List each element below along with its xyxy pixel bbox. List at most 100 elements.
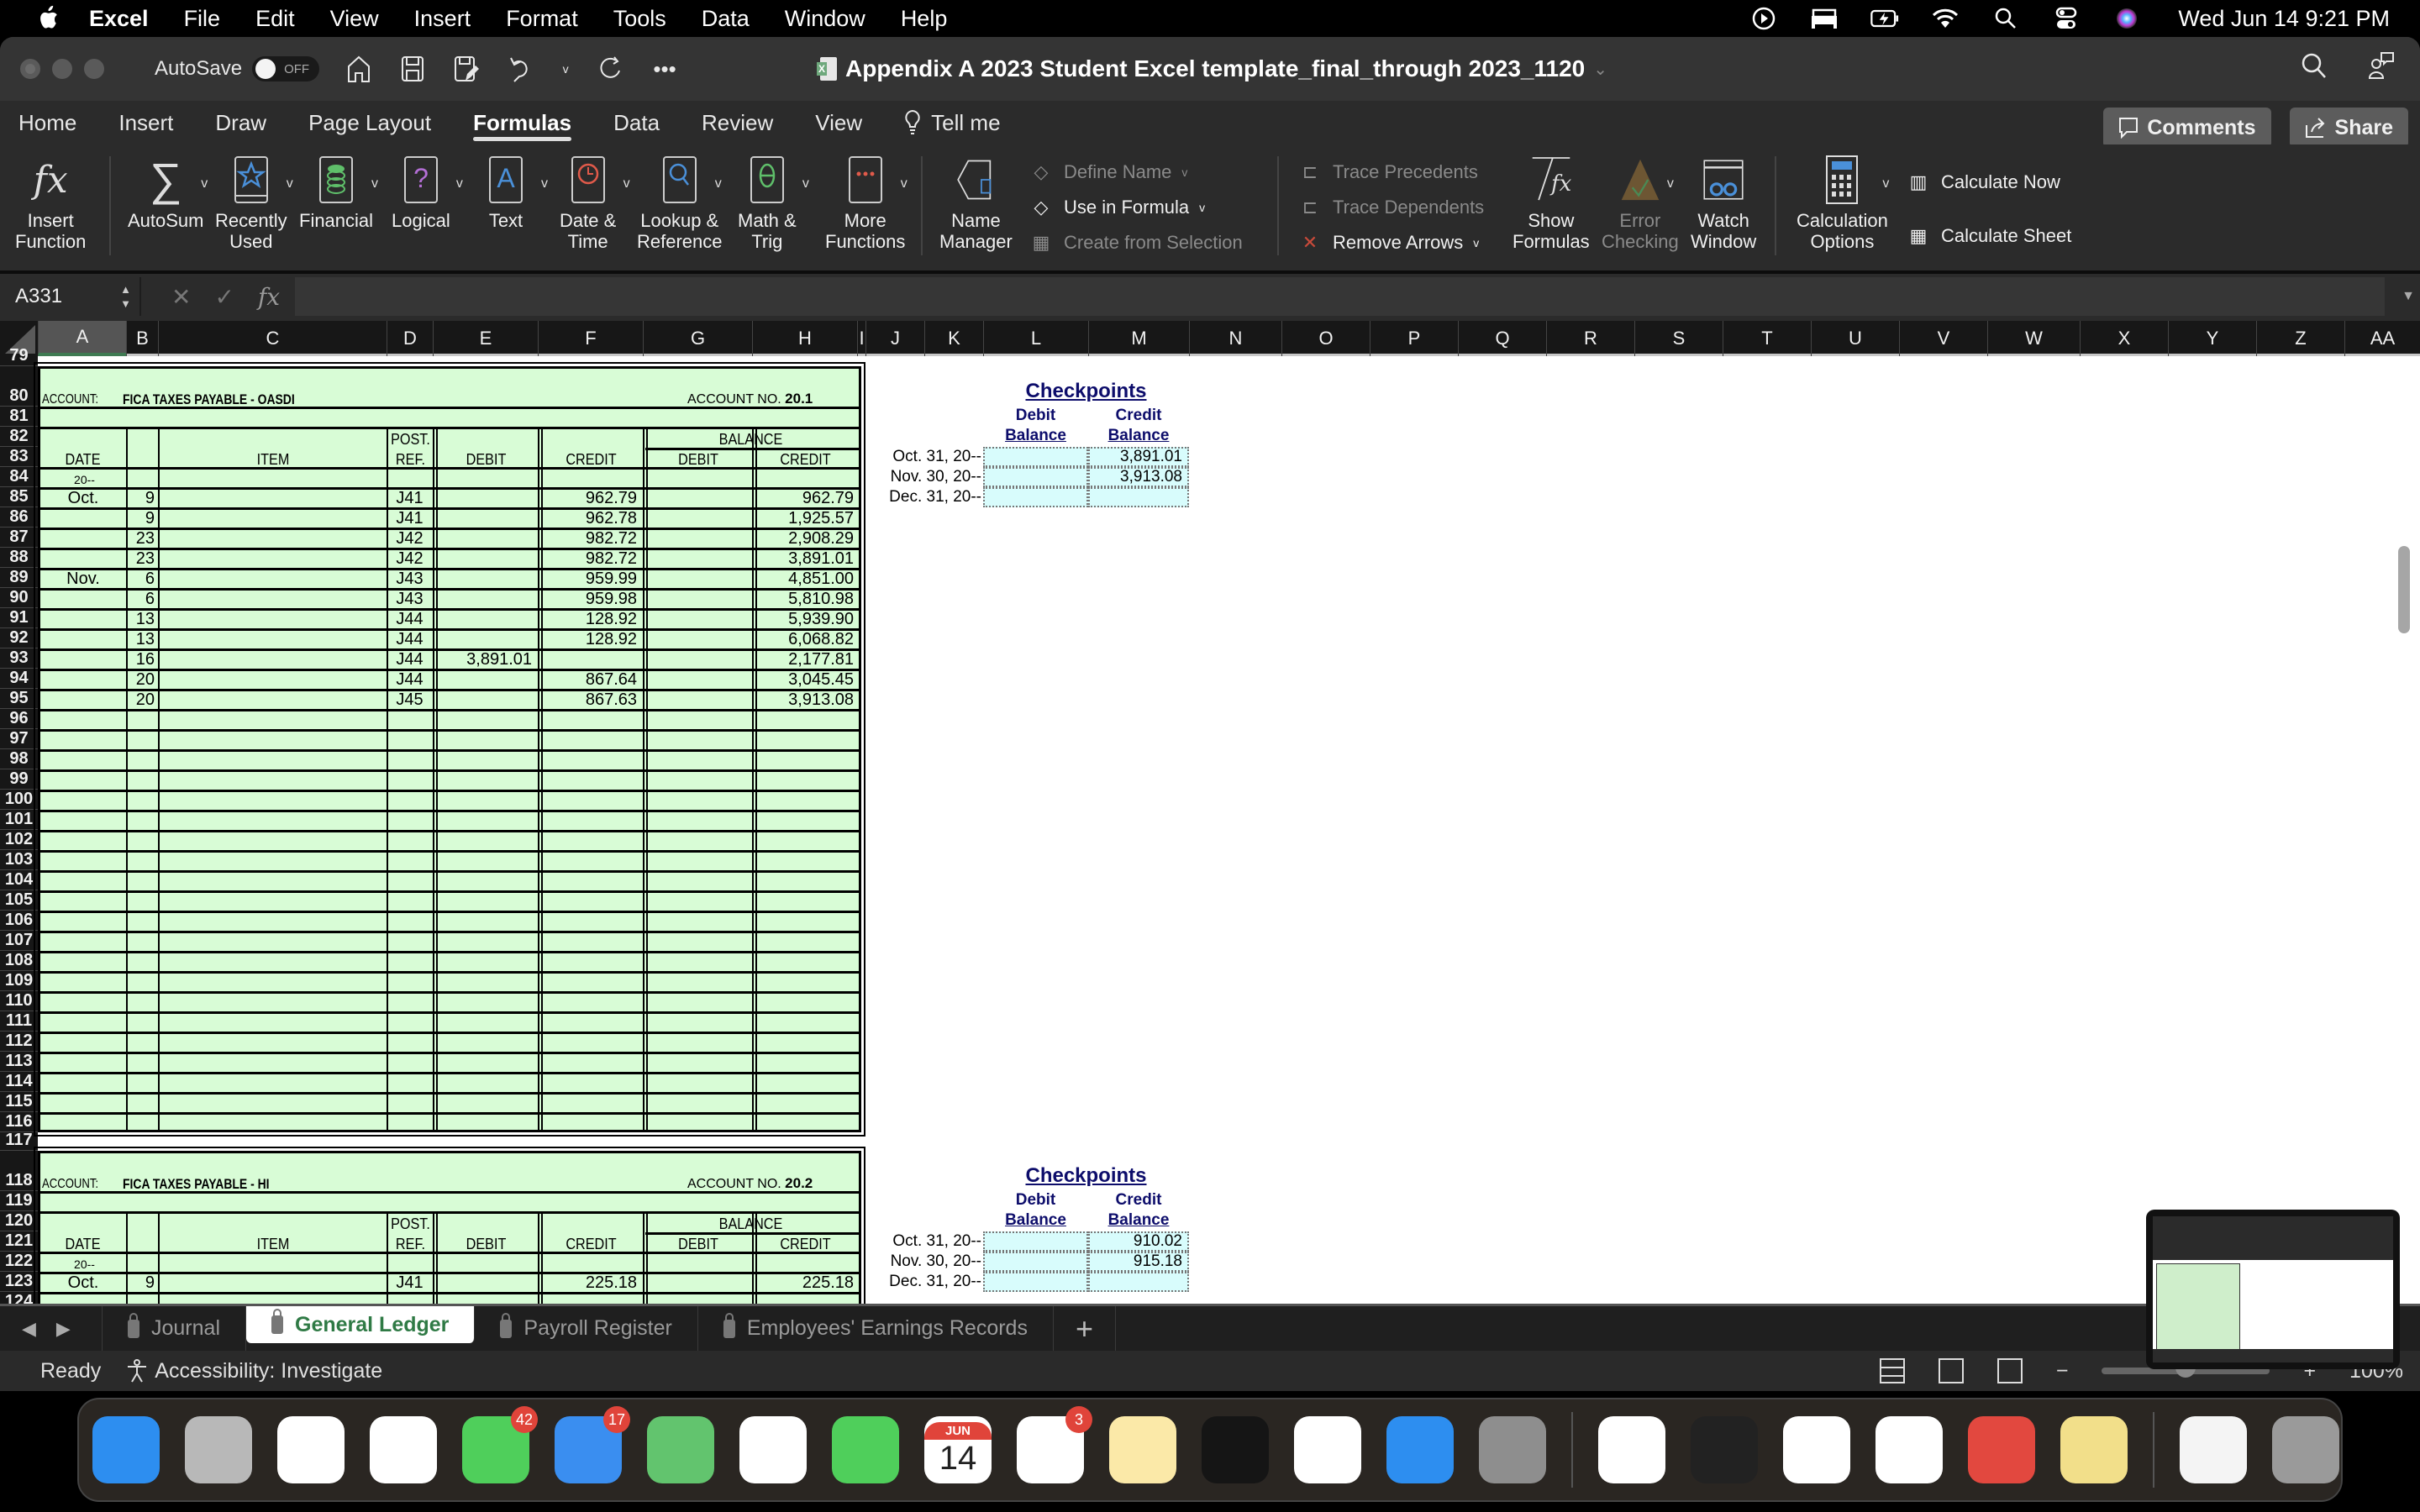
column-header-E[interactable]: E (433, 321, 538, 356)
add-sheet-button[interactable]: + (1054, 1306, 1116, 1351)
vertical-scrollbar[interactable] (2398, 546, 2410, 633)
column-header-A[interactable]: A (38, 321, 126, 356)
row-header-90[interactable]: 90 (0, 588, 38, 608)
dock-airmail-icon[interactable] (1968, 1416, 2035, 1483)
row-header-117[interactable]: 117 (0, 1131, 38, 1151)
column-header-Z[interactable]: Z (2256, 321, 2344, 356)
ledger-cell-month[interactable] (40, 510, 126, 528)
checkpoint-credit-input[interactable] (1088, 487, 1189, 507)
row-header-101[interactable]: 101 (0, 810, 38, 830)
ledger-cell-ref[interactable]: J41 (389, 1274, 430, 1292)
dock-calendar-icon[interactable]: JUN 14 (924, 1416, 992, 1483)
checkpoint-debit-input[interactable] (983, 1252, 1088, 1272)
dock-notes-icon[interactable] (1109, 1416, 1176, 1483)
dock-messages-icon[interactable]: 42 (462, 1406, 538, 1483)
row-header-98[interactable]: 98 (0, 749, 38, 769)
lookup-reference-button[interactable]: v Lookup & Reference (637, 155, 723, 252)
ledger-cell-day[interactable]: 20 (129, 691, 158, 709)
save-icon[interactable] (398, 54, 427, 84)
ledger-cell-credit[interactable]: 867.64 (540, 671, 640, 689)
ledger-cell-bal-credit[interactable]: 3,913.08 (755, 691, 857, 709)
row-header-102[interactable]: 102 (0, 830, 38, 850)
column-header-N[interactable]: N (1189, 321, 1281, 356)
ledger-cell-day[interactable]: 9 (129, 510, 158, 528)
ledger-cell-day[interactable]: 20 (129, 671, 158, 689)
row-header-121[interactable]: 121 (0, 1231, 38, 1252)
next-sheet-icon[interactable]: ▶ (56, 1318, 71, 1340)
ledger-cell-item[interactable] (160, 510, 387, 528)
row-header-109[interactable]: 109 (0, 971, 38, 991)
tab-formulas[interactable]: Formulas (473, 101, 572, 144)
tab-review[interactable]: Review (702, 101, 773, 144)
column-header-H[interactable]: H (752, 321, 857, 356)
ledger-cell-day[interactable]: 6 (129, 591, 158, 608)
row-header-86[interactable]: 86 (0, 507, 38, 528)
row-header-119[interactable]: 119 (0, 1191, 38, 1211)
row-header-100[interactable]: 100 (0, 790, 38, 810)
row-header-89[interactable]: 89 (0, 568, 38, 588)
column-header-K[interactable]: K (924, 321, 983, 356)
row-header-105[interactable]: 105 (0, 890, 38, 911)
ledger-cell-ref[interactable]: J42 (389, 550, 430, 568)
sheet-tab-journal[interactable]: Journal (103, 1306, 246, 1351)
column-header-O[interactable]: O (1281, 321, 1370, 356)
ledger-cell-credit[interactable]: 962.78 (540, 510, 640, 528)
save-as-icon[interactable] (452, 54, 481, 84)
column-header-P[interactable]: P (1370, 321, 1458, 356)
zoom-window-button[interactable] (84, 59, 104, 79)
checkpoint-debit-input[interactable] (983, 467, 1088, 487)
ledger-cell-credit[interactable]: 225.18 (540, 1274, 640, 1292)
column-header-Y[interactable]: Y (2168, 321, 2256, 356)
play-circle-icon[interactable] (1749, 7, 1778, 30)
undo-dropdown-icon[interactable]: v (560, 54, 571, 84)
row-header-113[interactable]: 113 (0, 1052, 38, 1072)
siri-icon[interactable] (2112, 7, 2141, 30)
normal-view-icon[interactable] (1879, 1358, 1905, 1383)
tab-draw[interactable]: Draw (215, 101, 266, 144)
autosave-toggle[interactable]: OFF (252, 56, 320, 81)
ledger-cell-bal-debit[interactable] (645, 490, 750, 507)
ledger-cell-item[interactable] (160, 691, 387, 709)
home-icon[interactable] (345, 54, 373, 84)
row-header-108[interactable]: 108 (0, 951, 38, 971)
ledger-cell-day[interactable]: 13 (129, 611, 158, 628)
tab-view[interactable]: View (815, 101, 862, 144)
row-header-120[interactable]: 120 (0, 1211, 38, 1231)
ledger-cell-month[interactable] (40, 550, 126, 568)
ledger-cell-month[interactable] (40, 591, 126, 608)
spotlight-search-icon[interactable] (1991, 7, 2020, 30)
dock-stickies-icon[interactable] (2060, 1416, 2128, 1483)
ledger-cell-bal-debit[interactable] (645, 691, 750, 709)
name-manager-button[interactable]: Name Manager (939, 155, 1013, 252)
row-header-116[interactable]: 116 (0, 1112, 38, 1132)
text-button[interactable]: Av Text (484, 155, 548, 231)
column-header-I[interactable]: I (857, 321, 865, 356)
row-header-80[interactable]: 80 (0, 366, 38, 407)
sheet-tab-general-ledger[interactable]: General Ledger (246, 1306, 476, 1343)
ledger-cell-debit[interactable] (435, 671, 535, 689)
name-box-stepper-icon[interactable]: ▲ ▼ (120, 282, 131, 311)
ledger-cell-item[interactable] (160, 490, 387, 507)
ledger-cell-debit[interactable] (435, 550, 535, 568)
row-header-104[interactable]: 104 (0, 870, 38, 890)
ledger-cell-ref[interactable]: J44 (389, 651, 430, 669)
column-header-X[interactable]: X (2080, 321, 2168, 356)
tell-me[interactable]: Tell me (904, 101, 1001, 144)
column-header-D[interactable]: D (387, 321, 433, 356)
dock-mail-icon[interactable]: 17 (555, 1406, 630, 1483)
row-header-112[interactable]: 112 (0, 1032, 38, 1052)
dock-facetime-icon[interactable] (832, 1416, 899, 1483)
ledger-cell-item[interactable] (160, 671, 387, 689)
ledger-cell-bal-debit[interactable] (645, 570, 750, 588)
menu-insert[interactable]: Insert (414, 6, 471, 32)
checkpoint-credit-input[interactable] (1088, 1272, 1189, 1292)
column-header-B[interactable]: B (126, 321, 158, 356)
row-header-93[interactable]: 93 (0, 648, 38, 669)
column-header-C[interactable]: C (158, 321, 387, 356)
row-header-123[interactable]: 123 (0, 1272, 38, 1292)
ledger-cell-day[interactable]: 23 (129, 530, 158, 548)
column-header-T[interactable]: T (1723, 321, 1811, 356)
dock-reminders-icon[interactable]: 3 (1017, 1406, 1092, 1483)
row-header-95[interactable]: 95 (0, 689, 38, 709)
calculate-sheet-button[interactable]: ▦ Calculate Sheet (1906, 223, 2072, 249)
